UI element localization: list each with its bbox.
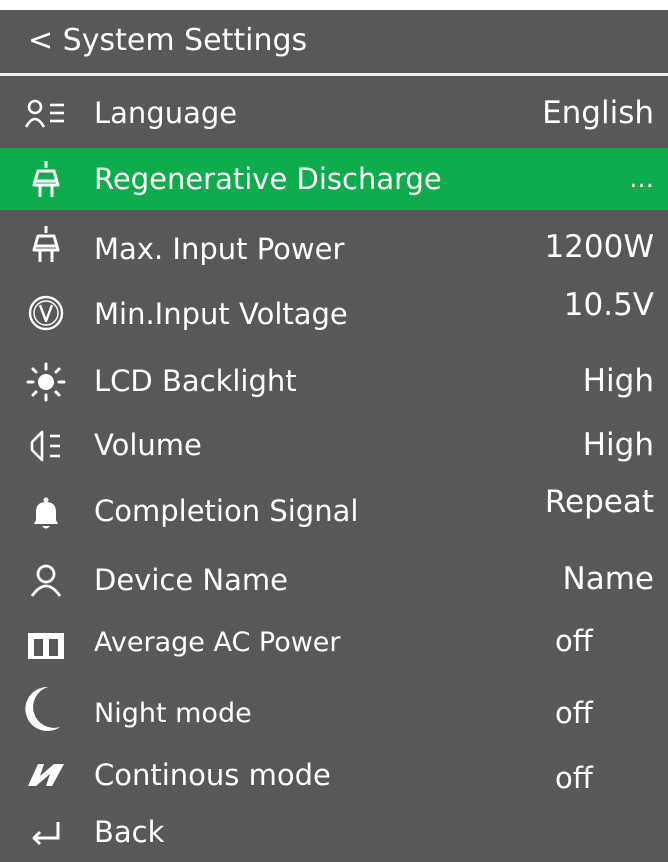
menu-item-device-name[interactable]: Device Name Name: [0, 548, 668, 612]
moon-icon: [12, 684, 64, 734]
plug-icon: [20, 159, 72, 199]
menu-item-label: Min.Input Voltage: [94, 297, 348, 331]
top-edge-strip: [0, 0, 668, 10]
menu-item-continous-mode[interactable]: Continous mode off: [0, 744, 668, 804]
menu-item-average-ac-power[interactable]: Average AC Power off: [0, 612, 668, 674]
page-title[interactable]: < System Settings: [28, 22, 307, 60]
menu-item-value: off: [555, 624, 593, 658]
menu-item-label: Back: [94, 815, 165, 849]
menu-item-value: High: [582, 363, 654, 399]
language-icon: [20, 94, 72, 134]
menu-item-label: Max. Input Power: [94, 232, 345, 266]
menu-item-lcd-backlight[interactable]: LCD Backlight High: [0, 350, 668, 414]
menu-item-value: off: [555, 761, 593, 795]
menu-item-label: Language: [94, 96, 238, 130]
average-icon: [20, 626, 72, 666]
user-icon: [20, 560, 72, 600]
menu-item-language[interactable]: Language English: [0, 78, 668, 148]
continuous-icon: [20, 754, 72, 794]
menu-item-label: Continous mode: [94, 758, 331, 792]
speaker-icon: [20, 426, 72, 466]
menu-item-value: High: [582, 427, 654, 463]
menu-item-label: Device Name: [94, 563, 288, 597]
menu-item-value: off: [555, 696, 593, 730]
return-icon: [20, 812, 72, 852]
menu-item-value: Repeat: [544, 484, 654, 520]
menu-item-label: Regenerative Discharge: [94, 162, 442, 196]
menu-item-value: English: [542, 95, 654, 131]
menu-item-label: Average AC Power: [94, 627, 341, 658]
menu-item-completion-signal[interactable]: Completion Signal Repeat: [0, 478, 668, 548]
menu-item-value: ...: [629, 164, 654, 194]
menu-item-value: Name: [562, 561, 654, 597]
menu-item-value: 1200W: [544, 229, 654, 265]
bell-icon: [20, 494, 72, 534]
menu-item-night-mode[interactable]: Night mode off: [0, 674, 668, 744]
title-bar: < System Settings: [0, 10, 668, 76]
menu-item-volume[interactable]: Volume High: [0, 414, 668, 478]
voltage-icon: [20, 293, 72, 333]
menu-item-label: LCD Backlight: [94, 364, 297, 398]
menu-item-back[interactable]: Back: [0, 804, 668, 862]
plug-icon: [20, 224, 72, 264]
menu-item-min-input-voltage[interactable]: Min.Input Voltage 10.5V: [0, 280, 668, 350]
menu-item-label: Night mode: [94, 698, 252, 729]
menu-item-value: 10.5V: [563, 287, 654, 323]
brightness-icon: [20, 362, 72, 402]
menu-item-label: Volume: [94, 428, 202, 462]
menu-item-label: Completion Signal: [94, 494, 359, 528]
menu-item-max-input-power[interactable]: Max. Input Power 1200W: [0, 210, 668, 280]
menu-item-regenerative-discharge[interactable]: Regenerative Discharge ...: [0, 148, 668, 210]
